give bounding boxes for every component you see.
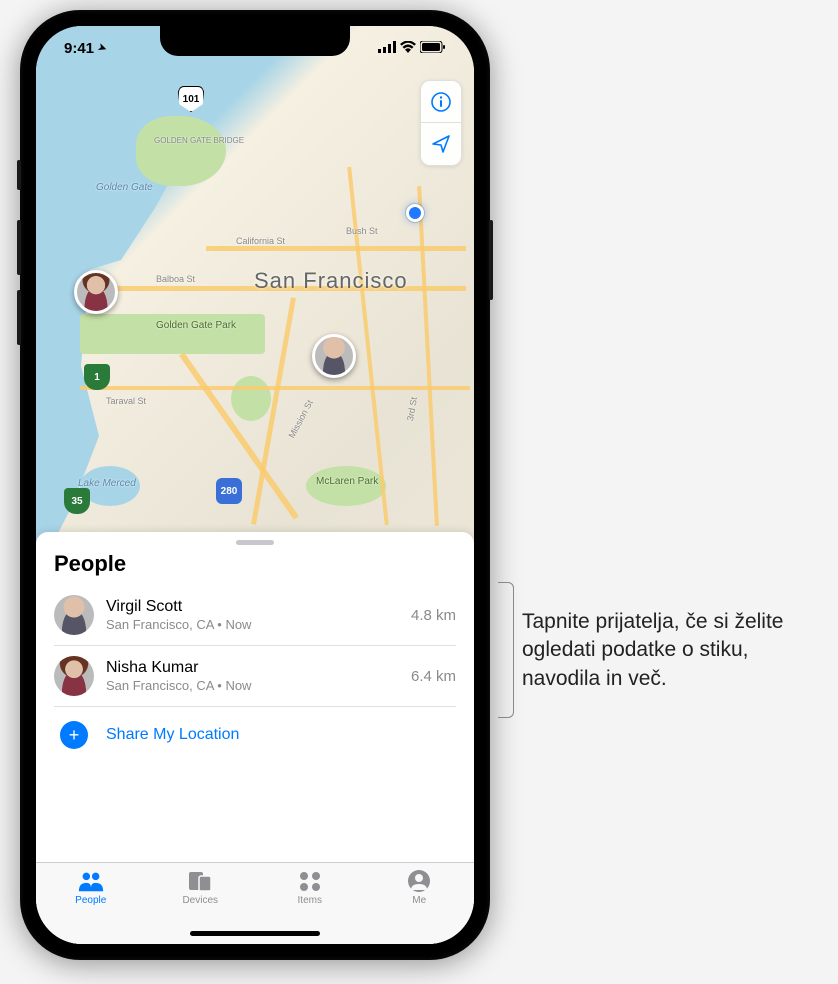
- map-park-label: McLaren Park: [316, 476, 378, 487]
- map-pin-person[interactable]: [312, 334, 356, 378]
- home-indicator[interactable]: [190, 931, 320, 936]
- person-row[interactable]: Nisha Kumar San Francisco, CA • Now 6.4 …: [54, 646, 456, 707]
- highway-shield-interstate: 280: [216, 478, 242, 504]
- cellular-icon: [378, 40, 396, 57]
- devices-icon: [186, 869, 214, 893]
- items-icon: [296, 869, 324, 893]
- sheet-title: People: [36, 549, 474, 585]
- map-city-label: San Francisco: [254, 268, 408, 294]
- map-street-label: Mission St: [287, 398, 315, 439]
- map-road: [206, 246, 466, 251]
- person-distance: 4.8 km: [411, 607, 456, 624]
- plus-icon: +: [60, 721, 88, 749]
- power-button: [489, 220, 493, 300]
- map-street-label: 3rd St: [405, 396, 419, 421]
- tab-people[interactable]: People: [36, 869, 146, 944]
- map-street-label: California St: [236, 236, 285, 246]
- map-street-label: Taraval St: [106, 396, 146, 406]
- tab-label: Devices: [182, 895, 218, 906]
- map-street-label: Bush St: [346, 226, 378, 236]
- avatar: [54, 656, 94, 696]
- annotation-callout: Tapnite prijatelja, če si želite ogledat…: [522, 608, 822, 693]
- mute-switch: [17, 160, 21, 190]
- map-info-button[interactable]: [421, 81, 461, 123]
- tab-label: People: [75, 895, 106, 906]
- avatar: [54, 595, 94, 635]
- current-location-dot: [406, 204, 424, 222]
- tab-label: Items: [298, 895, 322, 906]
- map-road: [417, 186, 439, 526]
- battery-icon: [420, 40, 446, 57]
- sheet-grabber[interactable]: [236, 540, 274, 545]
- person-distance: 6.4 km: [411, 668, 456, 685]
- person-subtitle: San Francisco, CA • Now: [106, 617, 399, 632]
- map-water-label: Golden Gate: [96, 182, 153, 193]
- callout-bracket: [498, 582, 514, 718]
- highway-shield-ca: 1: [84, 364, 110, 390]
- volume-up: [17, 220, 21, 275]
- map-controls: [420, 80, 462, 166]
- wifi-icon: [400, 40, 416, 57]
- person-subtitle: San Francisco, CA • Now: [106, 678, 399, 693]
- highway-shield-ca: 35: [64, 488, 90, 514]
- tab-me[interactable]: Me: [365, 869, 475, 944]
- person-row[interactable]: Virgil Scott San Francisco, CA • Now 4.8…: [54, 585, 456, 646]
- map-street-label: Balboa St: [156, 274, 195, 284]
- people-icon: [77, 869, 105, 893]
- volume-down: [17, 290, 21, 345]
- share-location-label: Share My Location: [106, 726, 239, 744]
- map-locate-button[interactable]: [421, 123, 461, 165]
- status-time: 9:41: [64, 40, 94, 57]
- people-list: Virgil Scott San Francisco, CA • Now 4.8…: [36, 585, 474, 759]
- person-name: Virgil Scott: [106, 598, 399, 616]
- map-park-label: Golden Gate Park: [156, 320, 236, 331]
- notch: [160, 26, 350, 56]
- share-location-row[interactable]: + Share My Location: [54, 707, 456, 759]
- location-services-icon: ➤: [96, 41, 108, 54]
- tab-label: Me: [412, 895, 426, 906]
- me-icon: [405, 869, 433, 893]
- device-frame: 9:41 ➤: [20, 10, 490, 960]
- map-bridge-label: GOLDEN GATE BRIDGE: [154, 136, 244, 145]
- map-park: [136, 116, 226, 186]
- person-name: Nisha Kumar: [106, 659, 399, 677]
- screen: 9:41 ➤: [36, 26, 474, 944]
- map-pin-person[interactable]: [74, 270, 118, 314]
- map-park: [231, 376, 271, 421]
